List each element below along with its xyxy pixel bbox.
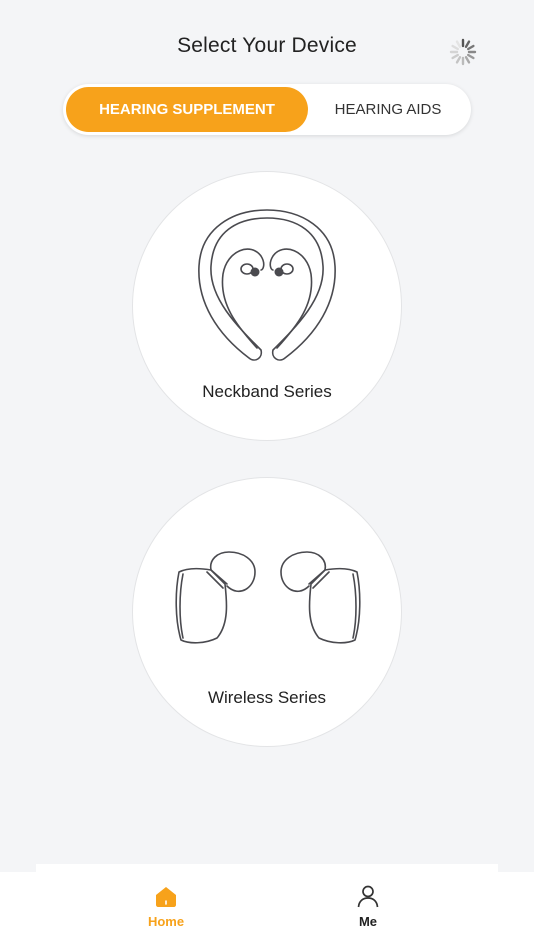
tab-me[interactable]: Me: [318, 872, 418, 950]
neckband-series-card[interactable]: Neckband Series: [132, 171, 402, 441]
tabbar-divider: [36, 864, 498, 872]
tab-hearing-aids[interactable]: HEARING AIDS: [308, 87, 468, 132]
neckband-series-label: Neckband Series: [202, 382, 332, 401]
earbuds-icon: [175, 551, 361, 644]
wireless-series-card[interactable]: Wireless Series: [132, 477, 402, 747]
tab-hearing-supplement[interactable]: HEARING SUPPLEMENT: [66, 87, 308, 132]
wireless-series-label: Wireless Series: [207, 688, 327, 707]
device-type-toggle: HEARING SUPPLEMENT HEARING AIDS: [63, 84, 471, 135]
spinner-icon: [449, 38, 477, 66]
tab-home[interactable]: Home: [116, 872, 216, 950]
person-icon: [357, 885, 379, 908]
home-icon: [156, 887, 176, 907]
tab-me-label: Me: [358, 914, 378, 929]
neckband-icon: [198, 209, 336, 361]
tab-home-label: Home: [147, 914, 185, 929]
bottom-tab-bar: Home Me: [0, 872, 534, 950]
